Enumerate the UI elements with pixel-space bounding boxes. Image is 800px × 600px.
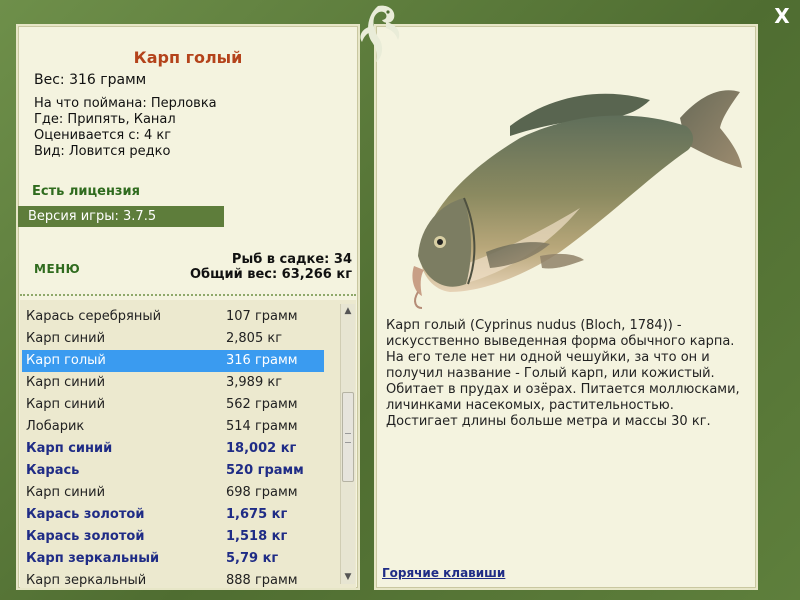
game-version: Версия игры: 3.7.5	[18, 206, 224, 227]
fish-weight-value: 18,002 кг	[226, 441, 297, 456]
fish-weight-value: 562 грамм	[226, 397, 298, 412]
fish-name: Карп синий	[26, 441, 113, 456]
fish-name: Карась золотой	[26, 507, 145, 522]
list-item[interactable]: Карп зеркальный 888 грамм	[22, 570, 324, 588]
list-item[interactable]: Карп синий 698 грамм	[22, 482, 324, 504]
fish-name: Карп зеркальный	[26, 573, 147, 588]
fish-weight-value: 1,518 кг	[226, 529, 288, 544]
fish-title: Карп голый	[133, 48, 243, 67]
fish-count: Рыб в садке: 34	[231, 252, 352, 267]
fish-name: Карп синий	[26, 375, 106, 390]
fish-weight-value: 1,675 кг	[226, 507, 288, 522]
list-item[interactable]: Карп голый 316 грамм	[22, 350, 324, 372]
fish-list: Карась серебряный 107 грамм Карп синий 2,80…	[20, 300, 356, 588]
list-item[interactable]: Карп синий 2,805 кг	[22, 328, 324, 350]
total-weight: Общий вес: 63,266 кг	[189, 267, 352, 282]
list-item[interactable]: Карп синий 3,989 кг	[22, 372, 324, 394]
fish-name: Карп синий	[26, 397, 106, 412]
fish-image	[412, 90, 742, 309]
list-item[interactable]: Карп синий 562 грамм	[22, 394, 324, 416]
fish-location: Где: Припять, Канал	[34, 112, 176, 127]
close-icon: X	[774, 4, 790, 28]
fish-name: Карп синий	[26, 331, 106, 346]
list-item[interactable]: Карась 520 грамм	[22, 460, 324, 482]
fish-weight-value: 107 грамм	[226, 309, 298, 324]
fish-name: Карась	[26, 463, 80, 478]
list-scrollbar[interactable]: ▲ ▼	[340, 304, 355, 584]
fish-info-panel: Карп голый Вес: 316 грамм На что поймана…	[16, 24, 360, 590]
menu-button[interactable]: МЕНЮ	[34, 262, 80, 276]
caught-with: На что поймана: Перловка	[34, 96, 217, 111]
fish-logo-icon	[360, 5, 400, 63]
fish-weight-value: 316 грамм	[226, 353, 298, 368]
fish-weight: Вес: 316 грамм	[34, 72, 147, 88]
fish-description: Карп голый (Cyprinus nudus (Bloch, 1784)…	[386, 318, 740, 429]
list-item[interactable]: Карп синий 18,002 кг	[22, 438, 324, 460]
fish-name: Карп синий	[26, 485, 106, 500]
hotkeys-link[interactable]: Горячие клавиши	[382, 566, 505, 580]
divider	[20, 294, 356, 296]
list-item[interactable]: Карась серебряный 107 грамм	[22, 306, 324, 328]
fish-weight-value: 888 грамм	[226, 573, 298, 588]
catch-stats: Рыб в садке: 34 Общий вес: 63,266 кг	[190, 252, 352, 282]
fish-weight-value: 514 грамм	[226, 419, 298, 434]
fish-name: Карась золотой	[26, 529, 145, 544]
valued-from: Оценивается с: 4 кг	[34, 128, 172, 143]
fish-weight-value: 3,989 кг	[226, 375, 283, 390]
scroll-down-icon[interactable]: ▼	[341, 570, 355, 584]
list-item[interactable]: Карась золотой 1,675 кг	[22, 504, 324, 526]
fish-detail-panel: Карп голый (Cyprinus nudus (Bloch, 1784)…	[374, 24, 758, 590]
list-item[interactable]: Карась золотой 1,518 кг	[22, 526, 324, 548]
window-frame: X Карп голый Вес: 316 грамм На что пойма…	[0, 0, 800, 600]
fish-name: Лобарик	[26, 419, 85, 434]
license-status: Есть лицензия	[32, 184, 140, 199]
fish-name: Карп зеркальный	[26, 551, 160, 566]
fish-kind: Вид: Ловится редко	[34, 144, 171, 159]
scroll-thumb[interactable]	[342, 392, 354, 482]
list-item[interactable]: Лобарик 514 грамм	[22, 416, 324, 438]
fish-name: Карась серебряный	[26, 309, 162, 324]
fish-weight-value: 2,805 кг	[226, 331, 283, 346]
fish-weight-value: 520 грамм	[226, 463, 304, 478]
scroll-up-icon[interactable]: ▲	[341, 304, 355, 318]
fish-weight-value: 5,79 кг	[226, 551, 279, 566]
fish-weight-value: 698 грамм	[226, 485, 298, 500]
fish-name: Карп голый	[26, 353, 106, 368]
list-item[interactable]: Карп зеркальный 5,79 кг	[22, 548, 324, 570]
close-button[interactable]: X	[770, 4, 794, 28]
